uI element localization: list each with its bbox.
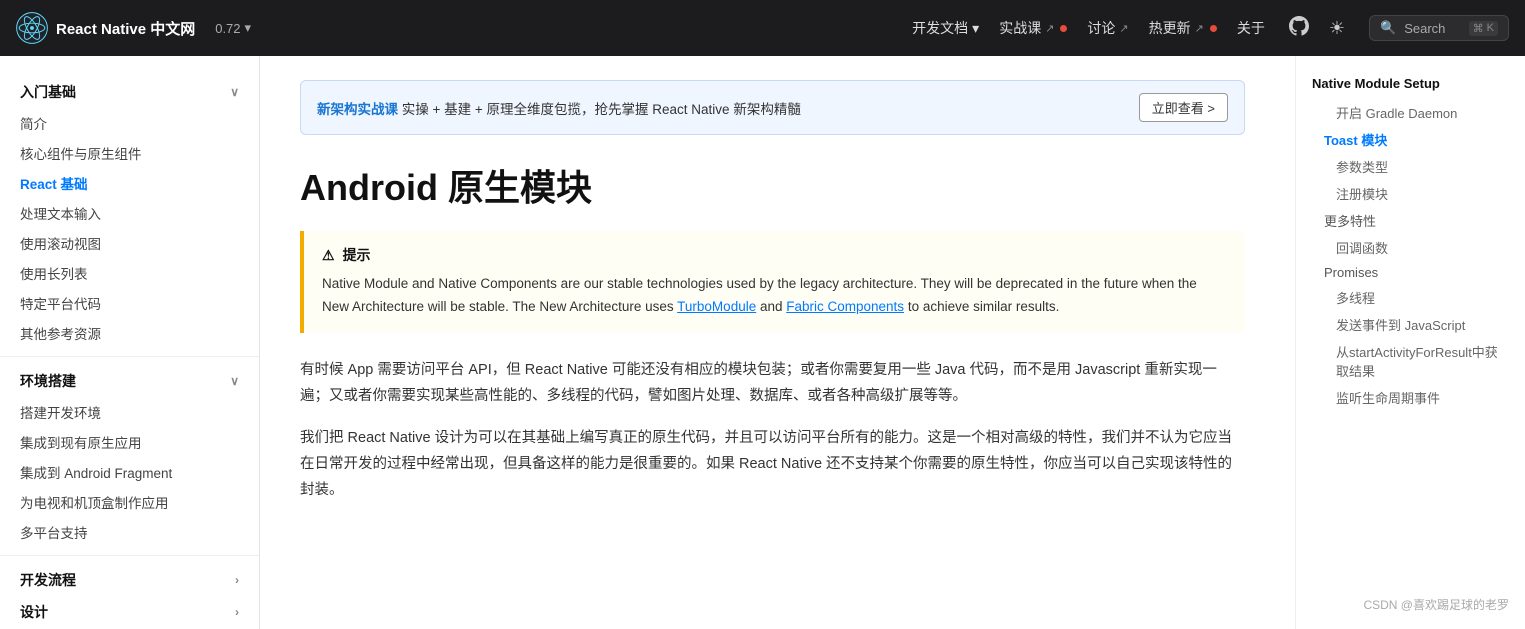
info-box-title: 提示: [343, 245, 371, 265]
sidebar-section-env[interactable]: 环境搭建 ∨: [0, 365, 259, 397]
fabric-link[interactable]: Fabric Components: [786, 299, 904, 314]
sidebar-section-devflow[interactable]: 开发流程 ›: [0, 564, 259, 596]
topnav-icons: ☀: [1285, 12, 1349, 45]
env-chevron: ∨: [230, 374, 239, 388]
nav-discuss[interactable]: 讨论 ↗: [1087, 18, 1128, 38]
update-external-icon: ↗: [1195, 22, 1204, 35]
right-sidebar-params[interactable]: 参数类型: [1312, 153, 1509, 180]
banner-cta-button[interactable]: 立即查看 >: [1139, 93, 1228, 122]
right-sidebar-multithread[interactable]: 多线程: [1312, 284, 1509, 311]
info-box: ⚠ 提示 Native Module and Native Components…: [300, 231, 1245, 333]
sidebar-item-platform[interactable]: 特定平台代码: [0, 288, 259, 318]
sidebar-item-react[interactable]: React 基础: [0, 168, 259, 198]
sidebar-item-core[interactable]: 核心组件与原生组件: [0, 138, 259, 168]
sidebar-item-multiplatform[interactable]: 多平台支持: [0, 517, 259, 547]
update-dot: [1210, 25, 1217, 32]
sidebar-divider-1: [0, 356, 259, 357]
sidebar-item-integrate[interactable]: 集成到现有原生应用: [0, 427, 259, 457]
sidebar-item-tv[interactable]: 为电视和机顶盒制作应用: [0, 487, 259, 517]
info-box-text: Native Module and Native Components are …: [322, 273, 1227, 319]
right-sidebar-activity-result[interactable]: 从startActivityForResult中获取结果: [1312, 338, 1509, 384]
sidebar-item-scroll[interactable]: 使用滚动视图: [0, 228, 259, 258]
discuss-external-icon: ↗: [1119, 22, 1128, 35]
main-content: 新架构实战课 实操 + 基建 + 原理全维度包揽，抢先掌握 React Nati…: [260, 56, 1285, 629]
devflow-chevron: ›: [235, 573, 239, 587]
nav-links: 开发文档 ▾ 实战课 ↗ 讨论 ↗ 热更新 ↗ 关于: [912, 18, 1265, 38]
right-sidebar-title: Native Module Setup: [1312, 76, 1509, 91]
version-chevron: ▾: [245, 20, 252, 36]
sidebar-section-env-items: 搭建开发环境 集成到现有原生应用 集成到 Android Fragment 为电…: [0, 397, 259, 547]
banner-highlight: 新架构实战课: [317, 102, 398, 117]
version-label: 0.72: [215, 21, 240, 36]
sidebar-item-list[interactable]: 使用长列表: [0, 258, 259, 288]
right-sidebar-more[interactable]: 更多特性: [1312, 207, 1509, 234]
right-sidebar-callback[interactable]: 回调函数: [1312, 234, 1509, 261]
nav-dev-docs[interactable]: 开发文档 ▾: [912, 18, 979, 38]
left-sidebar: 入门基础 ∨ 简介 核心组件与原生组件 React 基础 处理文本输入 使用滚动…: [0, 56, 260, 629]
warning-icon: ⚠: [322, 247, 335, 264]
search-icon: 🔍: [1380, 20, 1396, 36]
nav-course[interactable]: 实战课 ↗: [999, 18, 1067, 38]
version-selector[interactable]: 0.72 ▾: [215, 20, 251, 36]
logo[interactable]: React Native 中文网: [16, 12, 195, 44]
right-sidebar-promises[interactable]: Promises: [1312, 261, 1509, 284]
sidebar-section-intro[interactable]: 入门基础 ∨: [0, 76, 259, 108]
page-title: Android 原生模块: [300, 159, 1245, 211]
info-box-header: ⚠ 提示: [322, 245, 1227, 265]
sidebar-item-text[interactable]: 处理文本输入: [0, 198, 259, 228]
sidebar-item-android-fragment[interactable]: 集成到 Android Fragment: [0, 457, 259, 487]
nav-about[interactable]: 关于: [1237, 18, 1265, 38]
intro-chevron: ∨: [230, 85, 239, 99]
sidebar-item-jianjie[interactable]: 简介: [0, 108, 259, 138]
sidebar-section-design[interactable]: 设计 ›: [0, 596, 259, 628]
right-sidebar-register[interactable]: 注册模块: [1312, 180, 1509, 207]
search-box[interactable]: 🔍 Search ⌘ K: [1369, 15, 1509, 41]
banner: 新架构实战课 实操 + 基建 + 原理全维度包揽，抢先掌握 React Nati…: [300, 80, 1245, 135]
course-dot: [1060, 25, 1067, 32]
main-layout: 入门基础 ∨ 简介 核心组件与原生组件 React 基础 处理文本输入 使用滚动…: [0, 56, 1525, 629]
github-icon: [1289, 16, 1309, 36]
sidebar-item-setup[interactable]: 搭建开发环境: [0, 397, 259, 427]
sidebar-section-intro-items: 简介 核心组件与原生组件 React 基础 处理文本输入 使用滚动视图 使用长列…: [0, 108, 259, 348]
sidebar-item-other[interactable]: 其他参考资源: [0, 318, 259, 348]
turbomodule-link[interactable]: TurboModule: [677, 299, 756, 314]
right-sidebar-lifecycle[interactable]: 监听生命周期事件: [1312, 384, 1509, 411]
theme-toggle-button[interactable]: ☀: [1325, 14, 1349, 43]
dev-docs-chevron: ▾: [972, 20, 979, 37]
nav-update[interactable]: 热更新 ↗: [1149, 18, 1217, 38]
body-paragraph-1: 有时候 App 需要访问平台 API，但 React Native 可能还没有相…: [300, 357, 1245, 409]
right-sidebar-gradle[interactable]: 开启 Gradle Daemon: [1312, 99, 1509, 126]
right-sidebar-toast[interactable]: Toast 模块: [1312, 126, 1509, 153]
design-chevron: ›: [235, 605, 239, 619]
github-button[interactable]: [1285, 12, 1313, 45]
logo-icon: [16, 12, 48, 44]
watermark: CSDN @喜欢踢足球的老罗: [1363, 596, 1509, 613]
search-kbd: ⌘ K: [1469, 21, 1498, 36]
body-paragraph-2: 我们把 React Native 设计为可以在其基础上编写真正的原生代码，并且可…: [300, 425, 1245, 503]
search-label: Search: [1404, 21, 1445, 36]
course-external-icon: ↗: [1045, 22, 1054, 35]
topnav: React Native 中文网 0.72 ▾ 开发文档 ▾ 实战课 ↗ 讨论 …: [0, 0, 1525, 56]
banner-text: 新架构实战课 实操 + 基建 + 原理全维度包揽，抢先掌握 React Nati…: [317, 98, 801, 118]
right-sidebar: Native Module Setup 开启 Gradle Daemon Toa…: [1295, 56, 1525, 629]
logo-text: React Native 中文网: [56, 18, 195, 39]
banner-body: 实操 + 基建 + 原理全维度包揽，抢先掌握 React Native 新架构精…: [402, 102, 801, 117]
sidebar-divider-2: [0, 555, 259, 556]
right-sidebar-events[interactable]: 发送事件到 JavaScript: [1312, 311, 1509, 338]
